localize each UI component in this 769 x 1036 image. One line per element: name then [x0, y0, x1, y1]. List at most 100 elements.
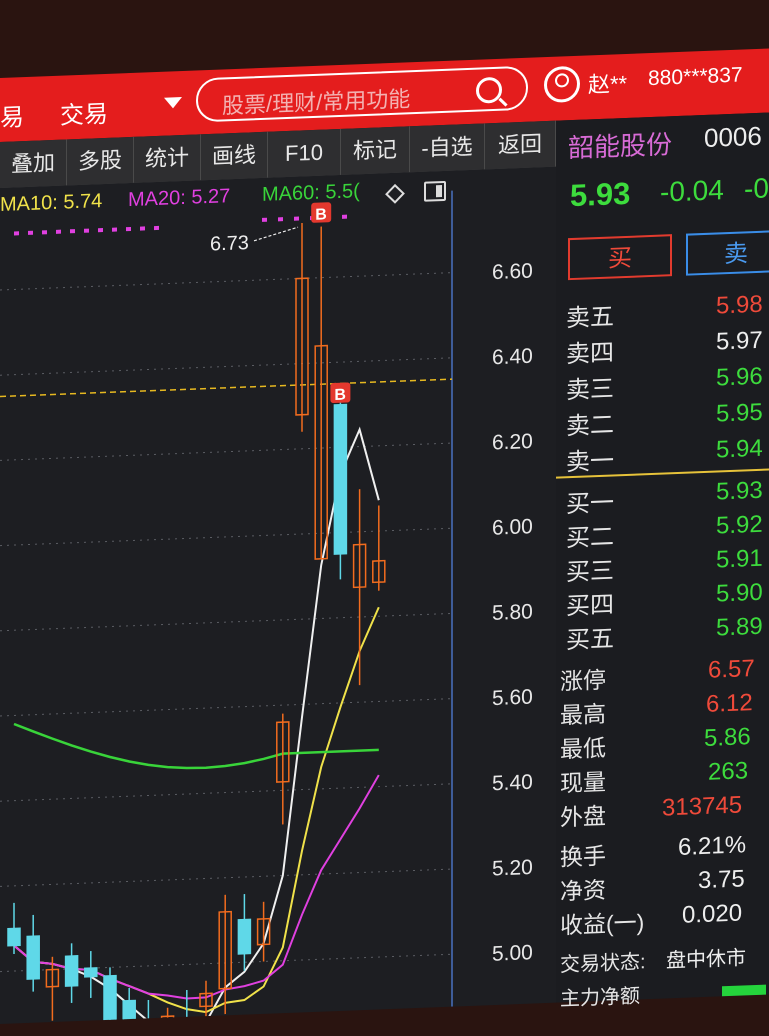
toolbar-statistics-button[interactable]: 统计: [134, 134, 201, 183]
grid-line: [0, 784, 452, 801]
ask-label: 卖三: [566, 368, 614, 405]
ask-row[interactable]: 卖一5.94: [556, 432, 769, 474]
price-tick-label: 6.40: [492, 345, 533, 370]
search-input[interactable]: 股票/理财/常用功能: [196, 66, 528, 123]
nav-item-partial[interactable]: 易: [0, 97, 24, 133]
candle-body: [85, 968, 97, 977]
ma20-dot-marker: [278, 217, 283, 221]
fundamental-value: 3.75: [698, 865, 745, 895]
stat-label: 外盘: [560, 797, 606, 833]
fundamental-value: 6.21%: [678, 831, 746, 862]
stock-code: 0006: [704, 121, 762, 154]
stat-value: 5.86: [704, 723, 751, 753]
stat-value: 6.57: [708, 655, 755, 685]
price-tick-label: 6.20: [492, 430, 533, 455]
price-tick-label: 6.60: [492, 260, 533, 285]
ma20-dot-marker: [112, 228, 117, 232]
grid-line: [0, 443, 452, 460]
toolbar-draw-line-button[interactable]: 画线: [201, 132, 268, 181]
user-name: 赵**: [588, 66, 627, 100]
candle-body: [8, 928, 20, 946]
sell-button[interactable]: 卖: [686, 230, 769, 276]
fundamental-row: 收益(一)0.020: [556, 896, 769, 938]
bid-row[interactable]: 买五 5.89: [556, 610, 769, 652]
grid-line: [0, 699, 452, 716]
quote-panel: 韶能股份 0006 5.93 -0.04 -0 买 卖 卖五5.98 卖四5.9…: [556, 112, 769, 1002]
price-tick-label: 5.00: [492, 941, 533, 966]
candle-body: [238, 919, 250, 954]
buy-marker-label: B: [315, 206, 327, 223]
ask-price: 5.94: [716, 435, 763, 465]
ask-label: 卖四: [566, 332, 614, 369]
net-flow-bar: [722, 985, 766, 997]
fundamental-value: 0.020: [682, 899, 742, 929]
ma20-dot-marker: [98, 228, 103, 232]
stat-value: 313745: [662, 791, 742, 822]
toolbar-multi-stock-button[interactable]: 多股: [67, 137, 134, 186]
stat-label: 最高: [560, 695, 606, 731]
ask-row[interactable]: 卖五 5.98: [556, 288, 769, 330]
fundamental-label: 净资: [560, 871, 606, 907]
ask-price: 5.96: [716, 363, 763, 393]
ma20-dot-marker: [154, 226, 159, 230]
high-price-arrow: [254, 227, 298, 241]
bid-price: 5.92: [716, 511, 763, 541]
buy-button[interactable]: 买: [568, 234, 672, 280]
toolbar-back-button[interactable]: 返回: [485, 121, 556, 170]
grid-line: [0, 528, 452, 545]
toolbar-watchlist-button[interactable]: -自选: [410, 123, 485, 172]
fundamental-label: 换手: [560, 837, 606, 873]
stat-label: 涨停: [560, 661, 606, 697]
candle-body: [104, 976, 116, 1024]
price-tick-label: 5.80: [492, 600, 533, 625]
ask-label: 卖二: [566, 404, 614, 441]
ma5-line: [14, 429, 379, 1024]
ask-price: 5.95: [716, 399, 763, 429]
kline-chart[interactable]: MA10: 5.74 MA20: 5.27 MA60: 5.5( 6.606.4…: [0, 167, 556, 1024]
price-tick-label: 5.40: [492, 771, 533, 796]
ask-row[interactable]: 卖三 5.96: [556, 360, 769, 402]
ma20-dot-marker: [28, 231, 33, 235]
bid-price: 5.90: [716, 579, 763, 609]
kline-svg: 6.606.406.206.005.805.605.405.205.006.73…: [0, 167, 556, 1024]
ma20-dot-marker: [56, 230, 61, 234]
ask-row[interactable]: 卖四 5.97: [556, 324, 769, 366]
search-placeholder: 股票/理财/常用功能: [222, 81, 410, 120]
nav-item-trade[interactable]: 交易: [60, 94, 108, 131]
ask-row[interactable]: 卖二 5.95: [556, 396, 769, 438]
toolbar-f10-button[interactable]: F10: [268, 129, 341, 178]
bid-price: 5.89: [716, 613, 763, 643]
ask-price: 5.98: [716, 291, 763, 321]
stat-value: 263: [708, 757, 748, 787]
search-icon[interactable]: [476, 77, 502, 104]
stat-label: 现量: [560, 763, 606, 799]
stock-name: 韶能股份: [568, 124, 672, 165]
ma20-dot-marker: [84, 229, 89, 233]
dropdown-caret-icon[interactable]: [164, 97, 182, 109]
toolbar-overlay-button[interactable]: 叠加: [0, 139, 67, 188]
grid-line: [0, 273, 452, 290]
price-tick-label: 5.20: [492, 856, 533, 881]
ma20-dot-marker: [14, 231, 19, 235]
stat-value: 6.12: [706, 689, 753, 719]
price-change: -0.04: [660, 174, 724, 208]
user-avatar-icon[interactable]: [544, 66, 580, 103]
candle-body: [334, 404, 346, 554]
toolbar-mark-button[interactable]: 标记: [341, 126, 410, 175]
bid-price: 5.91: [716, 545, 763, 575]
grid-line: [0, 869, 452, 886]
trade-status-value: 盘中休市: [666, 941, 746, 973]
stat-row: 外盘 313745: [556, 788, 769, 830]
ma20-dot-marker: [342, 215, 347, 219]
ma20-dot-marker: [42, 230, 47, 234]
bid-label: 买五: [566, 618, 614, 655]
ma20-dot-marker: [70, 229, 75, 233]
grid-line: [0, 358, 452, 375]
account-number: 880***837: [648, 63, 743, 91]
buy-marker-label: B: [334, 387, 346, 404]
ask-price: 5.97: [716, 327, 763, 357]
ask-label: 卖五: [566, 296, 614, 333]
candle-body: [123, 1000, 135, 1024]
candle-body: [66, 956, 78, 986]
high-price-annotation: 6.73: [210, 232, 249, 255]
